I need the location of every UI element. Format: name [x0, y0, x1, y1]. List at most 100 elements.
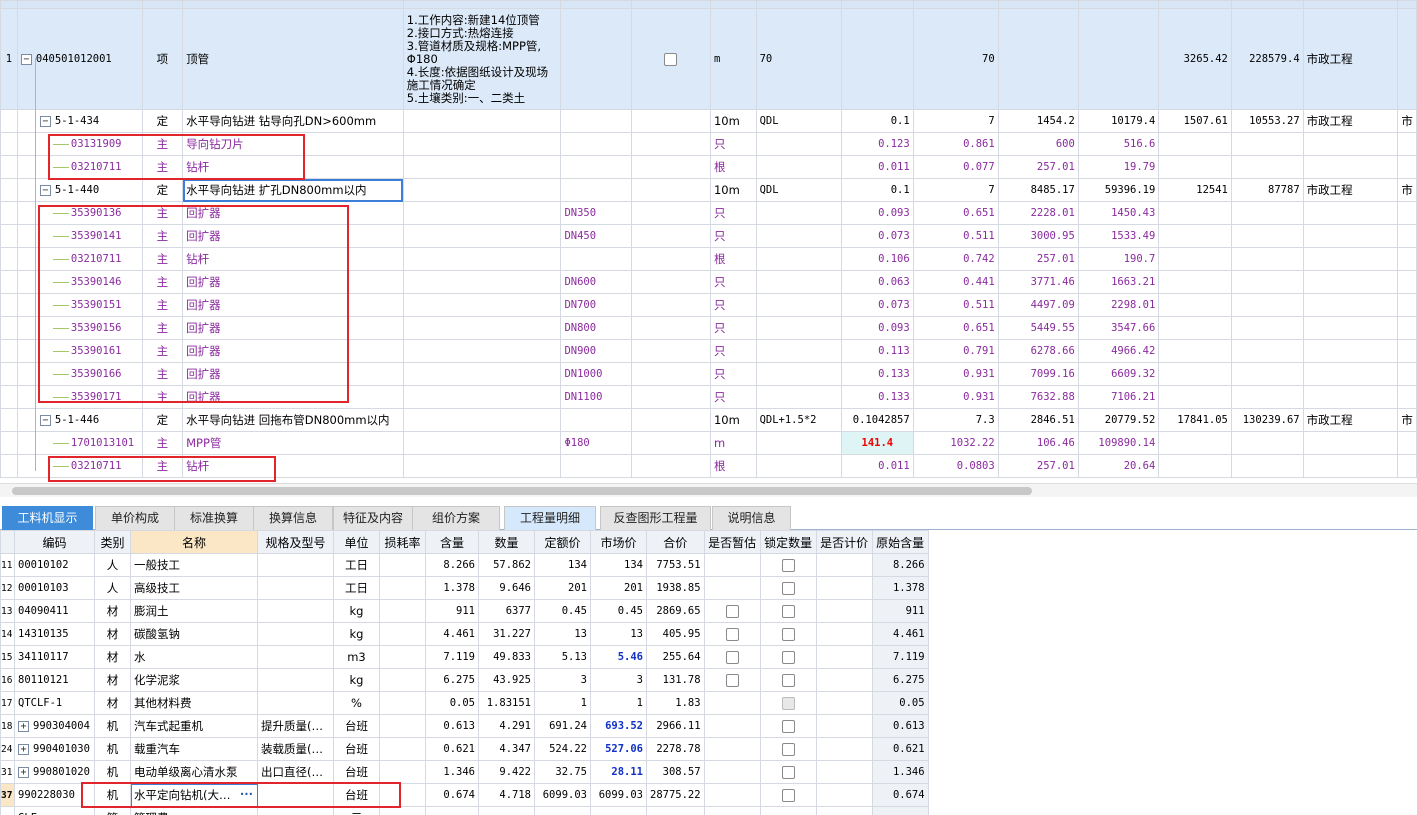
material-row[interactable]: 35390151 主回扩器 DN700 只 0.073 0.511 4497.09 2298.…	[0, 293, 1417, 317]
checkbox[interactable]	[664, 52, 678, 66]
resource-qty[interactable]: 1.378	[425, 576, 479, 600]
resource-qty[interactable]: 8.266	[425, 553, 479, 577]
row-c1[interactable]: 0.133	[840, 362, 914, 386]
resource-name[interactable]: 其他材料费	[130, 691, 258, 715]
resource-qty[interactable]: 911	[425, 599, 479, 623]
row-expr[interactable]	[755, 132, 842, 156]
column-header[interactable]: 原始含量	[871, 530, 929, 554]
resource-amount[interactable]: 9.646	[478, 576, 535, 600]
resource-amount[interactable]: 1.83151	[478, 691, 535, 715]
resource-amount[interactable]: 49.833	[478, 645, 535, 669]
resource-name[interactable]: 水	[130, 645, 258, 669]
row-expr[interactable]	[755, 454, 842, 478]
estimate-check[interactable]	[703, 806, 761, 815]
estimate-check[interactable]	[703, 760, 761, 784]
row-code[interactable]: 35390141	[16, 224, 143, 248]
checkbox[interactable]	[725, 605, 739, 618]
resource-priced[interactable]	[815, 737, 873, 761]
estimate-check[interactable]	[703, 737, 761, 761]
material-row[interactable]: 35390161 主回扩器 DN900 只 0.113 0.791 6278.66 4966.…	[0, 339, 1417, 363]
column-header[interactable]: 锁定数量	[759, 530, 817, 554]
row-expr[interactable]	[755, 201, 842, 225]
resource-loss[interactable]	[379, 691, 426, 715]
resource-name[interactable]: 膨润土	[130, 599, 258, 623]
resource-priced[interactable]	[815, 806, 873, 815]
row-name[interactable]: 回扩器	[182, 224, 404, 248]
material-row[interactable]: 03210711 主钻杆 根 0.106 0.742 257.01 190.7	[0, 247, 1417, 271]
lock-qty-check[interactable]	[759, 714, 817, 738]
row-code[interactable]: 03210711	[16, 247, 143, 271]
resource-qty[interactable]: 0.621	[425, 737, 479, 761]
resource-code[interactable]: GLF	[14, 806, 95, 815]
row-expr[interactable]	[755, 155, 842, 179]
material-row[interactable]: 35390171 主回扩器 DN1100 只 0.133 0.931 7632.88 7106…	[0, 385, 1417, 409]
row-c1[interactable]: 141.4	[840, 431, 914, 455]
row-code[interactable]: 35390156	[16, 316, 143, 340]
resource-amount[interactable]: 4.347	[478, 737, 535, 761]
material-row[interactable]: 35390156 主回扩器 DN800 只 0.093 0.651 5449.55 3547.…	[0, 316, 1417, 340]
row-name[interactable]: 钻杆	[182, 247, 404, 271]
collapse-icon[interactable]: −	[39, 115, 51, 127]
more-icon[interactable]: ···	[240, 787, 253, 801]
resource-name[interactable]: 水平定向钻机(大… ···	[130, 783, 258, 807]
row-code[interactable]: 03210711	[16, 454, 143, 478]
row-c1[interactable]: 0.093	[840, 201, 914, 225]
column-header[interactable]: 是否计价	[815, 530, 873, 554]
column-header[interactable]: 定额价	[534, 530, 591, 554]
row-name[interactable]: 回扩器	[182, 270, 404, 294]
resource-qty[interactable]	[425, 806, 479, 815]
tab-7[interactable]: 反查图形工程量	[600, 506, 711, 530]
tab-8[interactable]: 说明信息	[712, 506, 791, 530]
checkbox[interactable]	[725, 651, 739, 664]
resource-priced[interactable]	[815, 668, 873, 692]
resource-priced[interactable]	[815, 576, 873, 600]
column-header[interactable]: 是否暂估	[703, 530, 761, 554]
estimate-check[interactable]	[703, 622, 761, 646]
row-expr[interactable]	[755, 339, 842, 363]
row-name[interactable]: 回扩器	[182, 201, 404, 225]
column-header[interactable]: 单位	[333, 530, 380, 554]
resource-amount[interactable]: 57.862	[478, 553, 535, 577]
estimate-check[interactable]	[703, 576, 761, 600]
quota-row[interactable]: −5-1-434 定水平导向钻进 钻导向孔DN>600mm 10m QDL 0.1 7 14…	[0, 109, 1417, 133]
row-code[interactable]: −5-1-434	[16, 109, 143, 133]
row-code[interactable]: 35390171	[16, 385, 143, 409]
resource-row[interactable]: 31 +990801020 机电动单级离心清水泵 出口直径(… 台班 1.346 9.422…	[0, 760, 929, 784]
resource-loss[interactable]	[379, 576, 426, 600]
row-name[interactable]: 回扩器	[182, 316, 404, 340]
resource-market-price[interactable]: 13	[590, 622, 647, 646]
row-name[interactable]: 水平导向钻进 钻导向孔DN>600mm	[182, 109, 404, 133]
row-code[interactable]: 03210711	[16, 155, 143, 179]
resource-spec[interactable]	[257, 668, 334, 692]
resource-qty[interactable]: 4.461	[425, 622, 479, 646]
resource-loss[interactable]	[379, 806, 426, 815]
tab-5[interactable]: 组价方案	[412, 506, 500, 530]
resource-row[interactable]: 16 80110121 材化学泥浆 kg 6.275 43.925 3 3 131.78 6.27…	[0, 668, 929, 692]
resource-spec[interactable]	[257, 576, 334, 600]
row-name[interactable]: 回扩器	[182, 339, 404, 363]
checkbox[interactable]	[781, 559, 795, 572]
resource-qty[interactable]: 0.674	[425, 783, 479, 807]
resource-spec[interactable]	[257, 645, 334, 669]
resource-row[interactable]: 13 04090411 材膨润土 kg 911 6377 0.45 0.45 2869.65 91…	[0, 599, 929, 623]
item-name[interactable]: 顶管	[182, 8, 404, 110]
checkbox[interactable]	[781, 789, 795, 802]
material-row[interactable]: 03210711 主钻杆 根 0.011 0.077 257.01 19.79	[0, 155, 1417, 179]
item-code[interactable]: −040501012001	[16, 8, 143, 110]
material-row[interactable]: 03131909 主导向钻刀片 只 0.123 0.861 600 516.6	[0, 132, 1417, 156]
resource-name[interactable]: 高级技工	[130, 576, 258, 600]
row-name[interactable]: 水平导向钻进 回拖布管DN800mm以内	[182, 408, 404, 432]
column-header[interactable]: 名称	[130, 530, 258, 554]
row-code[interactable]: 35390166	[16, 362, 143, 386]
resource-code[interactable]: 34110117	[14, 645, 95, 669]
resource-qty[interactable]: 1.346	[425, 760, 479, 784]
resource-code[interactable]: QTCLF-1	[14, 691, 95, 715]
resource-amount[interactable]: 4.291	[478, 714, 535, 738]
row-code[interactable]: 35390146	[16, 270, 143, 294]
resource-loss[interactable]	[379, 645, 426, 669]
resource-spec[interactable]	[257, 691, 334, 715]
row-code[interactable]: −5-1-440	[16, 178, 143, 202]
resource-market-price[interactable]: 1	[590, 691, 647, 715]
resource-row[interactable]: 17 QTCLF-1 材其他材料费% 0.05 1.83151 1 1 1.83 0.05	[0, 691, 929, 715]
material-row[interactable]: 35390146 主回扩器 DN600 只 0.063 0.441 3771.46 1663.…	[0, 270, 1417, 294]
